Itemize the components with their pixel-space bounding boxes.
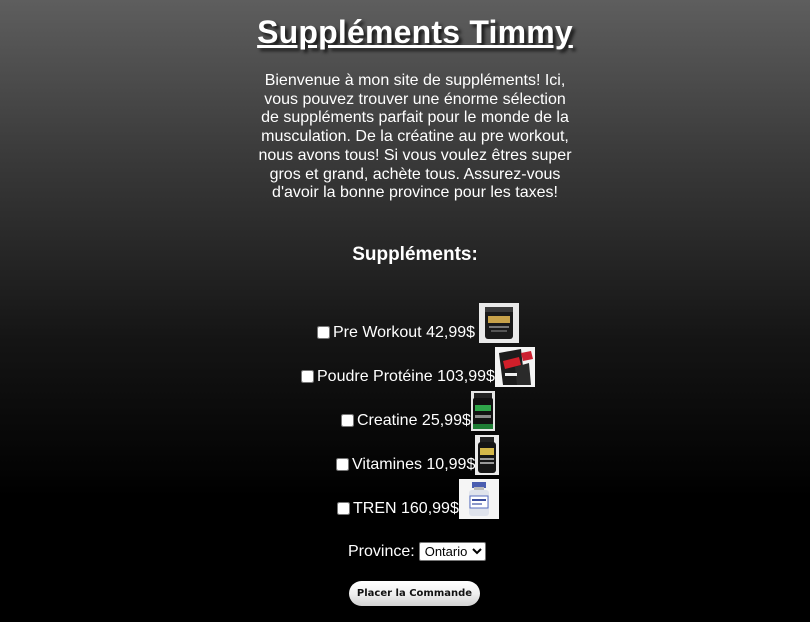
creatine-checkbox[interactable] <box>341 414 354 427</box>
pre-workout-label: Pre Workout 42,99$ <box>333 324 476 341</box>
product-item-tren: TREN 160,99$ <box>337 479 499 519</box>
province-label: Province: <box>348 542 415 560</box>
pre-workout-tub-icon <box>479 303 520 343</box>
protein-powder-checkbox[interactable] <box>301 370 314 383</box>
vitamins-checkbox[interactable] <box>336 458 349 471</box>
vitamins-label: Vitamines 10,99$ <box>352 456 476 473</box>
tren-checkbox[interactable] <box>337 502 350 515</box>
product-item-creatine: Creatine 25,99$ <box>341 391 495 431</box>
page-title: Suppléments Timmy <box>257 14 573 50</box>
creatine-bottle-icon <box>470 391 495 431</box>
vitamins-bottle-icon <box>475 435 500 475</box>
province-select[interactable]: Ontario <box>418 542 486 561</box>
protein-powder-bag-icon <box>494 347 535 387</box>
creatine-label: Creatine 25,99$ <box>357 412 471 429</box>
province-row: Province: Ontario <box>348 542 486 561</box>
product-item-vitamins: Vitamines 10,99$ <box>336 435 500 475</box>
tren-label: TREN 160,99$ <box>353 500 459 517</box>
product-item-protein-powder: Poudre Protéine 103,99$ <box>301 347 535 387</box>
protein-powder-label: Poudre Protéine 103,99$ <box>317 368 495 385</box>
place-order-button[interactable]: Placer la Commande <box>349 581 480 606</box>
tren-vial-icon <box>458 479 499 519</box>
intro-paragraph: Bienvenue à mon site de suppléments! Ici… <box>258 72 572 202</box>
supplements-heading: Suppléments: <box>352 244 478 265</box>
pre-workout-checkbox[interactable] <box>317 326 330 339</box>
product-item-pre-workout: Pre Workout 42,99$ <box>317 303 520 343</box>
